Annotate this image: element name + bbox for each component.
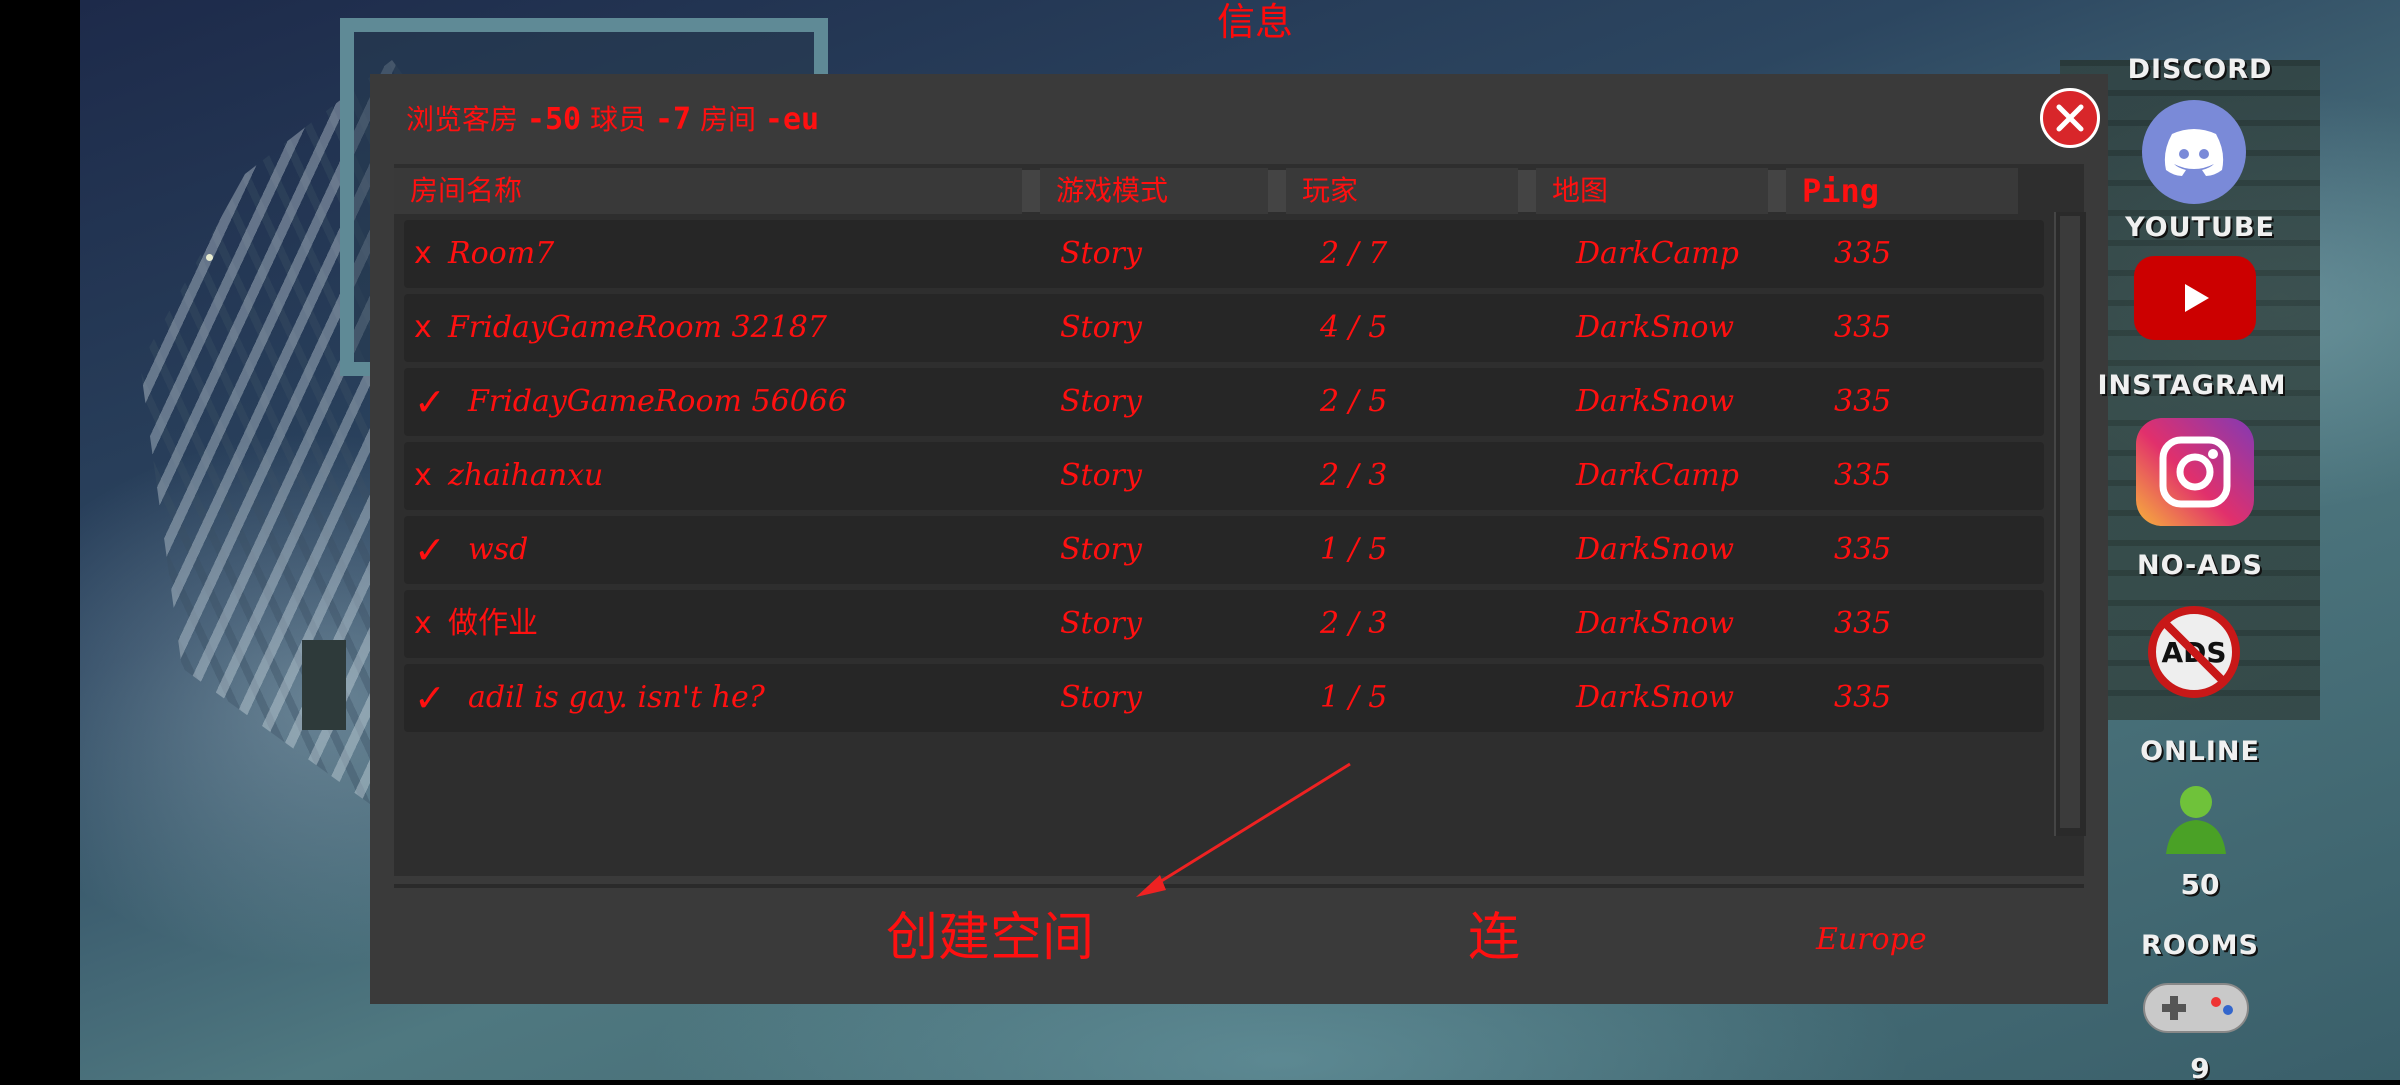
online-count: 50 — [2180, 868, 2220, 901]
room-map: DarkSnow — [1576, 680, 1735, 715]
column-header-game-mode[interactable]: 游戏模式 — [1040, 168, 1268, 214]
room-mode: Story — [1060, 310, 1142, 345]
column-divider — [1022, 170, 1040, 212]
column-header-map[interactable]: 地图 — [1536, 168, 1768, 214]
background-light — [206, 254, 213, 261]
room-ping: 335 — [1834, 310, 1892, 345]
social-sidebar: DISCORD YOUTUBE INSTAGRAM NO-ADS ADS ONL… — [2090, 0, 2400, 1085]
room-ping: 335 — [1834, 680, 1892, 715]
scrollbar-thumb[interactable] — [2060, 216, 2080, 828]
room-ping: 335 — [1834, 606, 1892, 641]
online-user-icon — [2156, 782, 2236, 860]
rooms-count: 9 — [2190, 1052, 2210, 1085]
online-label: ONLINE — [2140, 736, 2260, 767]
room-map: DarkSnow — [1576, 310, 1735, 345]
locked-mark: x — [414, 458, 432, 493]
title-region-code: -eu — [764, 102, 820, 137]
background-post — [302, 640, 346, 730]
youtube-icon[interactable] — [2134, 256, 2256, 340]
column-divider — [1518, 170, 1536, 212]
room-rows: x Room7 Story 2 / 7 DarkCamp 335 x Frida… — [404, 220, 2044, 738]
room-mode: Story — [1060, 606, 1142, 641]
column-header-players[interactable]: 玩家 — [1286, 168, 1518, 214]
room-mode: Story — [1060, 236, 1142, 271]
room-name: 做作业 — [448, 606, 538, 641]
room-players: 2 / 7 — [1320, 236, 1388, 271]
connect-button[interactable]: 连 — [1468, 896, 1520, 980]
title-player-count: -50 — [526, 102, 582, 137]
panel-title: 浏览客房 -50 球员 -7 房间 -eu — [406, 90, 819, 150]
column-header-room-name[interactable]: 房间名称 — [394, 168, 1022, 214]
gamepad-icon — [2140, 976, 2252, 1040]
column-divider — [1768, 170, 1786, 212]
room-players: 2 / 3 — [1320, 606, 1388, 641]
room-name: zhaihanxu — [448, 458, 604, 493]
title-players-label: 球员 — [590, 103, 647, 136]
room-map: DarkSnow — [1576, 606, 1735, 641]
room-row[interactable]: x zhaihanxu Story 2 / 3 DarkCamp 335 — [404, 442, 2044, 510]
room-row[interactable]: x Room7 Story 2 / 7 DarkCamp 335 — [404, 220, 2044, 288]
close-icon — [2056, 104, 2084, 132]
column-divider — [1268, 170, 1286, 212]
info-label: 信息 — [1216, 0, 1293, 44]
locked-mark: x — [414, 606, 432, 641]
title-room-count: -7 — [654, 102, 692, 137]
room-map: DarkCamp — [1576, 458, 1739, 493]
region-selector[interactable]: Europe — [1816, 910, 1927, 970]
room-browser-panel: 浏览客房 -50 球员 -7 房间 -eu 房间名称 游戏模式 玩家 地图 Pi… — [370, 74, 2108, 1004]
room-row[interactable]: ✓ wsd Story 1 / 5 DarkSnow 335 — [404, 516, 2044, 584]
column-header-ping[interactable]: Ping — [1786, 168, 2018, 214]
room-row[interactable]: x 做作业 Story 2 / 3 DarkSnow 335 — [404, 590, 2044, 658]
rooms-label: ROOMS — [2140, 930, 2259, 961]
room-ping: 335 — [1834, 236, 1892, 271]
check-icon: ✓ — [414, 380, 446, 424]
create-room-button[interactable]: 创建空间 — [886, 896, 1094, 980]
room-players: 2 / 5 — [1320, 384, 1388, 419]
no-ads-label: NO-ADS — [2136, 550, 2263, 581]
room-players: 1 / 5 — [1320, 532, 1388, 567]
room-map: DarkCamp — [1576, 236, 1739, 271]
room-list: 房间名称 游戏模式 玩家 地图 Ping x Room7 Story 2 / 7… — [394, 164, 2086, 876]
table-header: 房间名称 游戏模式 玩家 地图 Ping — [394, 164, 2044, 216]
discord-label: DISCORD — [2127, 54, 2273, 85]
room-name: wsd — [468, 532, 529, 567]
locked-mark: x — [414, 236, 432, 271]
discord-icon[interactable] — [2142, 100, 2246, 204]
room-mode: Story — [1060, 458, 1142, 493]
title-browse-rooms: 浏览客房 — [406, 103, 519, 136]
room-players: 4 / 5 — [1320, 310, 1388, 345]
room-name: FridayGameRoom 56066 — [468, 384, 847, 419]
room-ping: 335 — [1834, 532, 1892, 567]
horizontal-scrollbar — [394, 884, 2084, 888]
room-ping: 335 — [1834, 458, 1892, 493]
no-ads-icon[interactable]: ADS — [2146, 604, 2242, 700]
room-name: FridayGameRoom 32187 — [448, 310, 827, 345]
room-mode: Story — [1060, 680, 1142, 715]
youtube-label: YOUTUBE — [2125, 212, 2275, 243]
room-mode: Story — [1060, 532, 1142, 567]
room-map: DarkSnow — [1576, 532, 1735, 567]
room-row[interactable]: ✓ FridayGameRoom 56066 Story 2 / 5 DarkS… — [404, 368, 2044, 436]
room-name: Room7 — [448, 236, 555, 271]
check-icon: ✓ — [414, 676, 446, 720]
check-icon: ✓ — [414, 528, 446, 572]
room-players: 1 / 5 — [1320, 680, 1388, 715]
room-ping: 335 — [1834, 384, 1892, 419]
instagram-icon[interactable] — [2136, 418, 2254, 526]
room-row[interactable]: ✓ adil is gay. isn't he? Story 1 / 5 Dar… — [404, 664, 2044, 732]
locked-mark: x — [414, 310, 432, 345]
room-row[interactable]: x FridayGameRoom 32187 Story 4 / 5 DarkS… — [404, 294, 2044, 362]
title-rooms-label: 房间 — [699, 103, 756, 136]
room-map: DarkSnow — [1576, 384, 1735, 419]
room-players: 2 / 3 — [1320, 458, 1388, 493]
room-list-scrollbar[interactable] — [2054, 212, 2086, 836]
room-name: adil is gay. isn't he? — [468, 680, 765, 715]
room-mode: Story — [1060, 384, 1142, 419]
instagram-label: INSTAGRAM — [2097, 370, 2287, 401]
